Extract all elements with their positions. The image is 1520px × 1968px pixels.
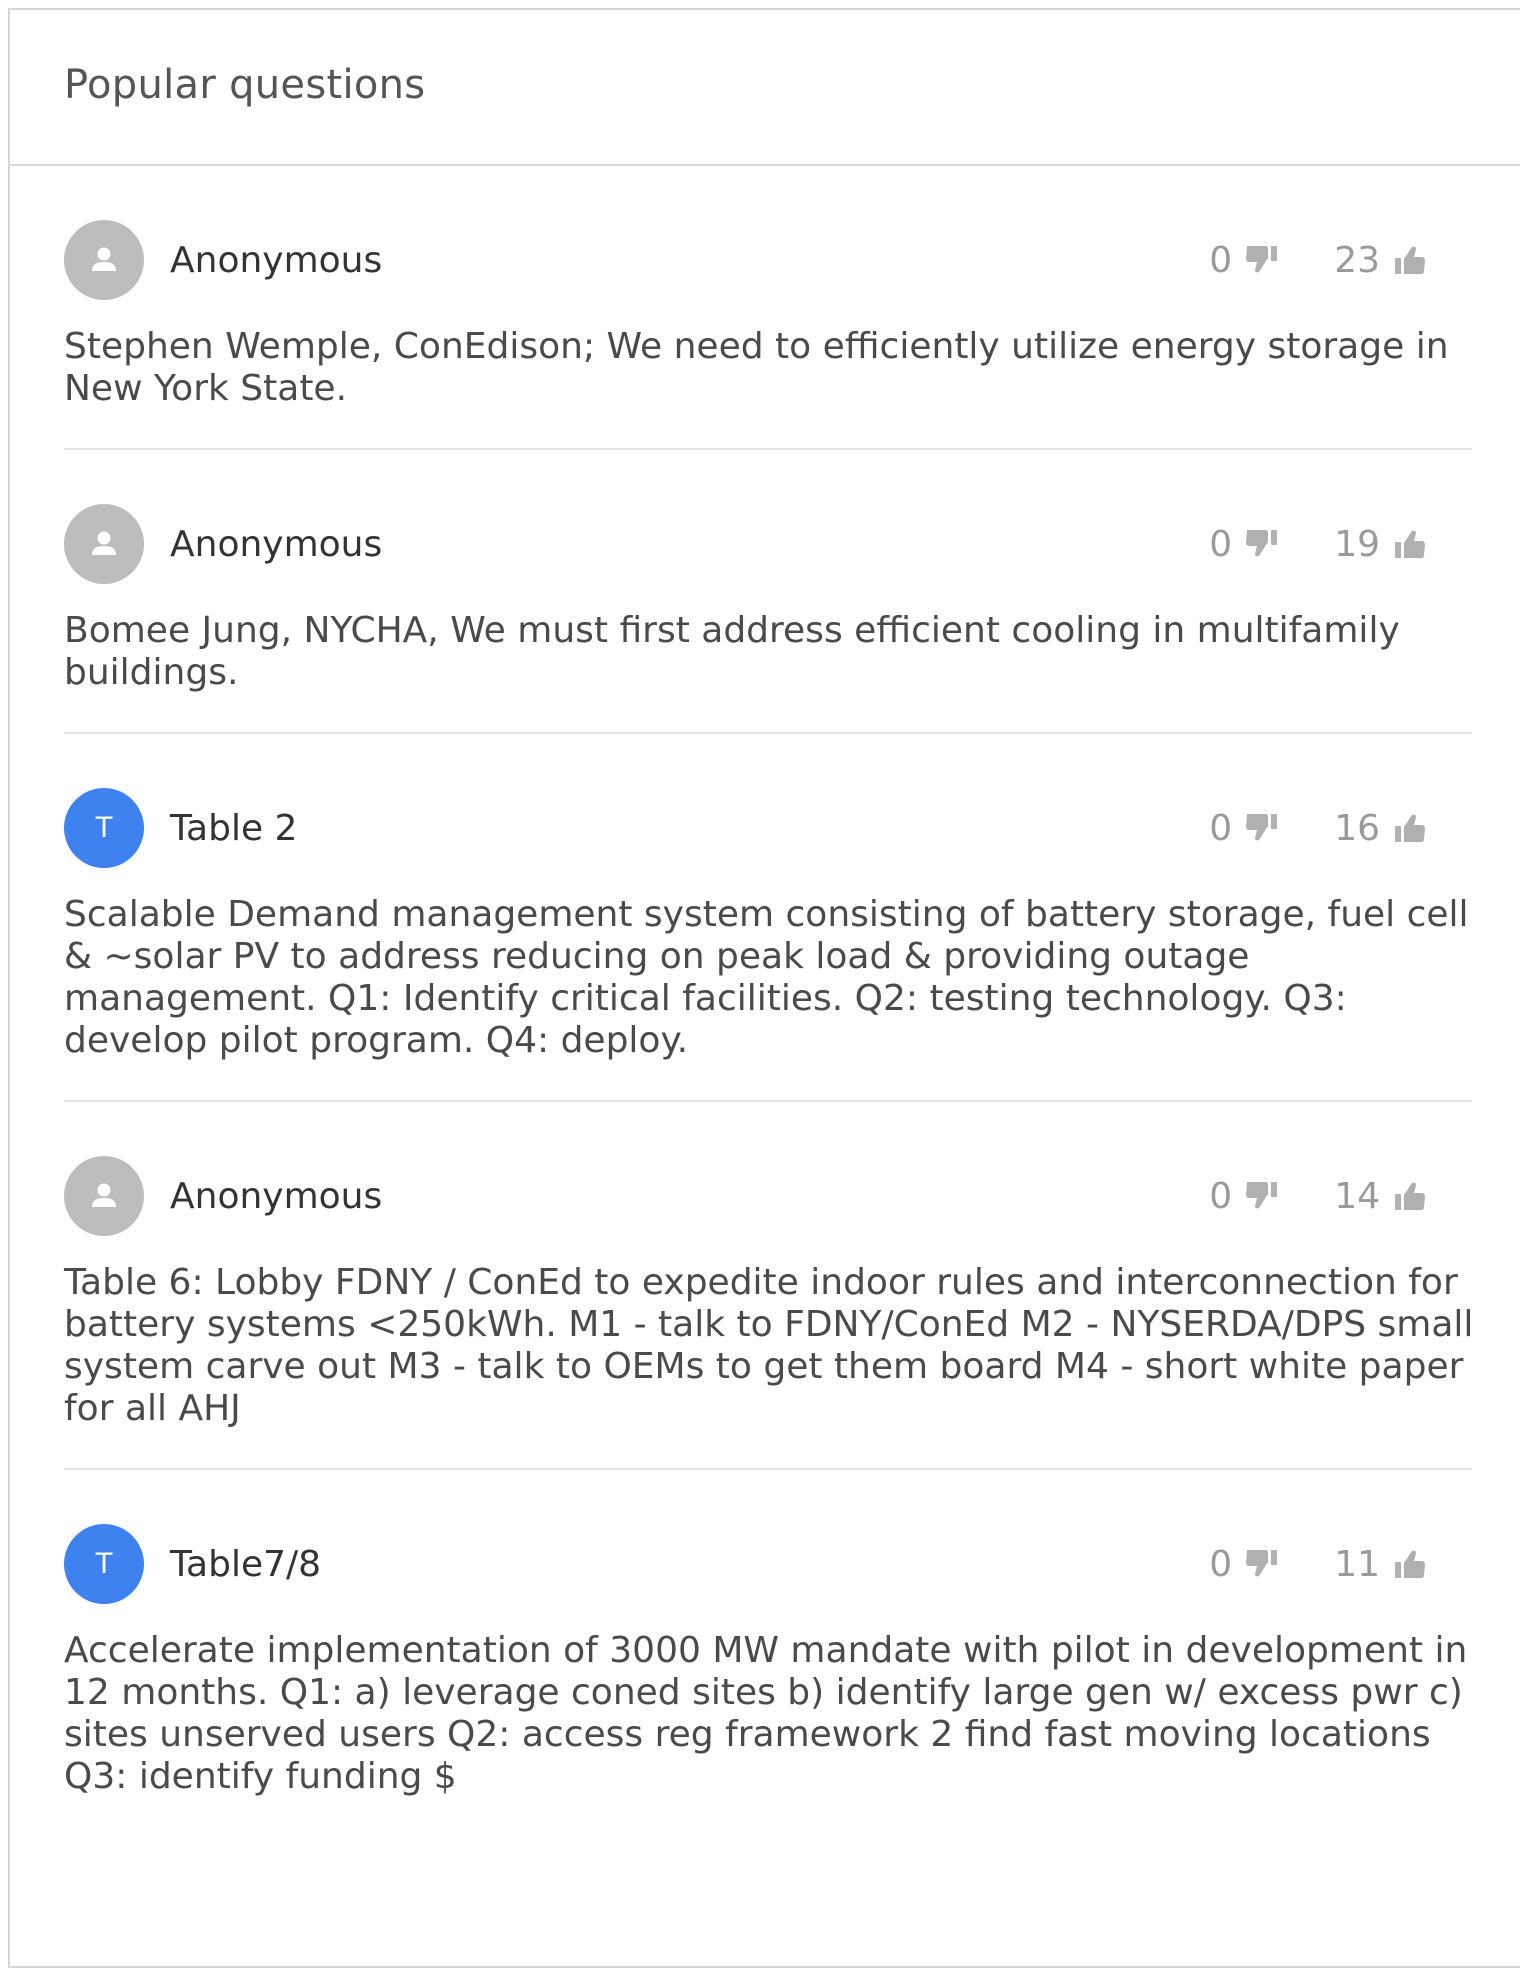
avatar: T xyxy=(64,788,144,868)
vote-controls: 0 23 xyxy=(1209,240,1428,281)
author-name: Anonymous xyxy=(170,523,383,565)
question-header: Anonymous 0 14 xyxy=(64,1156,1472,1236)
upvote-count: 11 xyxy=(1334,1543,1380,1585)
downvote-button[interactable]: 0 xyxy=(1209,808,1280,849)
question-item: Anonymous 0 19 Bomee Jung, NYCHA, We mus… xyxy=(64,450,1472,734)
thumbs-down-icon xyxy=(1244,527,1280,561)
author-name: Table 2 xyxy=(170,807,298,849)
question-text: Scalable Demand management system consis… xyxy=(64,894,1469,1061)
vote-controls: 0 16 xyxy=(1209,808,1428,849)
question-text: Stephen Wemple, ConEdison; We need to ef… xyxy=(64,326,1449,409)
avatar xyxy=(64,220,144,300)
vote-controls: 0 19 xyxy=(1209,524,1428,565)
downvote-button[interactable]: 0 xyxy=(1209,240,1280,281)
upvote-button[interactable]: 23 xyxy=(1334,240,1428,281)
avatar xyxy=(64,504,144,584)
question-item: T Table7/8 0 11 Accelerate implementatio… xyxy=(64,1470,1472,1836)
question-header: T Table7/8 0 11 xyxy=(64,1524,1472,1604)
panel-title: Popular questions xyxy=(64,62,426,108)
avatar-initial: T xyxy=(94,811,114,844)
question-item: Anonymous 0 14 Table 6: Lobby FDNY / Con… xyxy=(64,1102,1473,1470)
question-header: Anonymous 0 19 xyxy=(64,504,1472,584)
question-header: T Table 2 0 16 xyxy=(64,788,1472,868)
thumbs-up-icon xyxy=(1392,1179,1428,1213)
upvote-button[interactable]: 14 xyxy=(1334,1176,1428,1217)
downvote-button[interactable]: 0 xyxy=(1209,1176,1280,1217)
upvote-count: 16 xyxy=(1334,807,1380,849)
upvote-count: 23 xyxy=(1334,239,1380,281)
author-name: Anonymous xyxy=(170,1175,383,1217)
vote-controls: 0 11 xyxy=(1209,1544,1428,1585)
question-header: Anonymous 0 23 xyxy=(64,220,1472,300)
thumbs-up-icon xyxy=(1392,1547,1428,1581)
anonymous-user-icon xyxy=(92,531,116,555)
popular-questions-panel: Popular questions Anonymous 0 23 Stephen… xyxy=(8,8,1520,1968)
upvote-count: 14 xyxy=(1334,1175,1380,1217)
question-item: T Table 2 0 16 Scalable Demand managemen… xyxy=(64,734,1472,1102)
upvote-button[interactable]: 11 xyxy=(1334,1544,1428,1585)
downvote-button[interactable]: 0 xyxy=(1209,524,1280,565)
downvote-count: 0 xyxy=(1209,1543,1233,1585)
downvote-count: 0 xyxy=(1209,807,1233,849)
question-item: Anonymous 0 23 Stephen Wemple, ConEdison… xyxy=(64,166,1472,450)
question-text: Table 6: Lobby FDNY / ConEd to expedite … xyxy=(64,1262,1474,1429)
downvote-count: 0 xyxy=(1209,239,1233,281)
upvote-button[interactable]: 16 xyxy=(1334,808,1428,849)
upvote-button[interactable]: 19 xyxy=(1334,524,1428,565)
avatar xyxy=(64,1156,144,1236)
downvote-count: 0 xyxy=(1209,523,1233,565)
thumbs-up-icon xyxy=(1392,243,1428,277)
thumbs-up-icon xyxy=(1392,527,1428,561)
panel-header: Popular questions xyxy=(10,10,1520,166)
vote-controls: 0 14 xyxy=(1209,1176,1428,1217)
question-text: Bomee Jung, NYCHA, We must first address… xyxy=(64,610,1400,693)
upvote-count: 19 xyxy=(1334,523,1380,565)
downvote-count: 0 xyxy=(1209,1175,1233,1217)
author-name: Anonymous xyxy=(170,239,383,281)
anonymous-user-icon xyxy=(92,1183,116,1207)
question-text: Accelerate implementation of 3000 MW man… xyxy=(64,1630,1468,1797)
question-list: Anonymous 0 23 Stephen Wemple, ConEdison… xyxy=(10,166,1473,1836)
thumbs-down-icon xyxy=(1244,243,1280,277)
author-name: Table7/8 xyxy=(170,1543,322,1585)
thumbs-down-icon xyxy=(1244,1179,1280,1213)
thumbs-up-icon xyxy=(1392,811,1428,845)
thumbs-down-icon xyxy=(1244,811,1280,845)
thumbs-down-icon xyxy=(1244,1547,1280,1581)
downvote-button[interactable]: 0 xyxy=(1209,1544,1280,1585)
anonymous-user-icon xyxy=(92,247,116,271)
avatar: T xyxy=(64,1524,144,1604)
avatar-initial: T xyxy=(94,1547,114,1580)
